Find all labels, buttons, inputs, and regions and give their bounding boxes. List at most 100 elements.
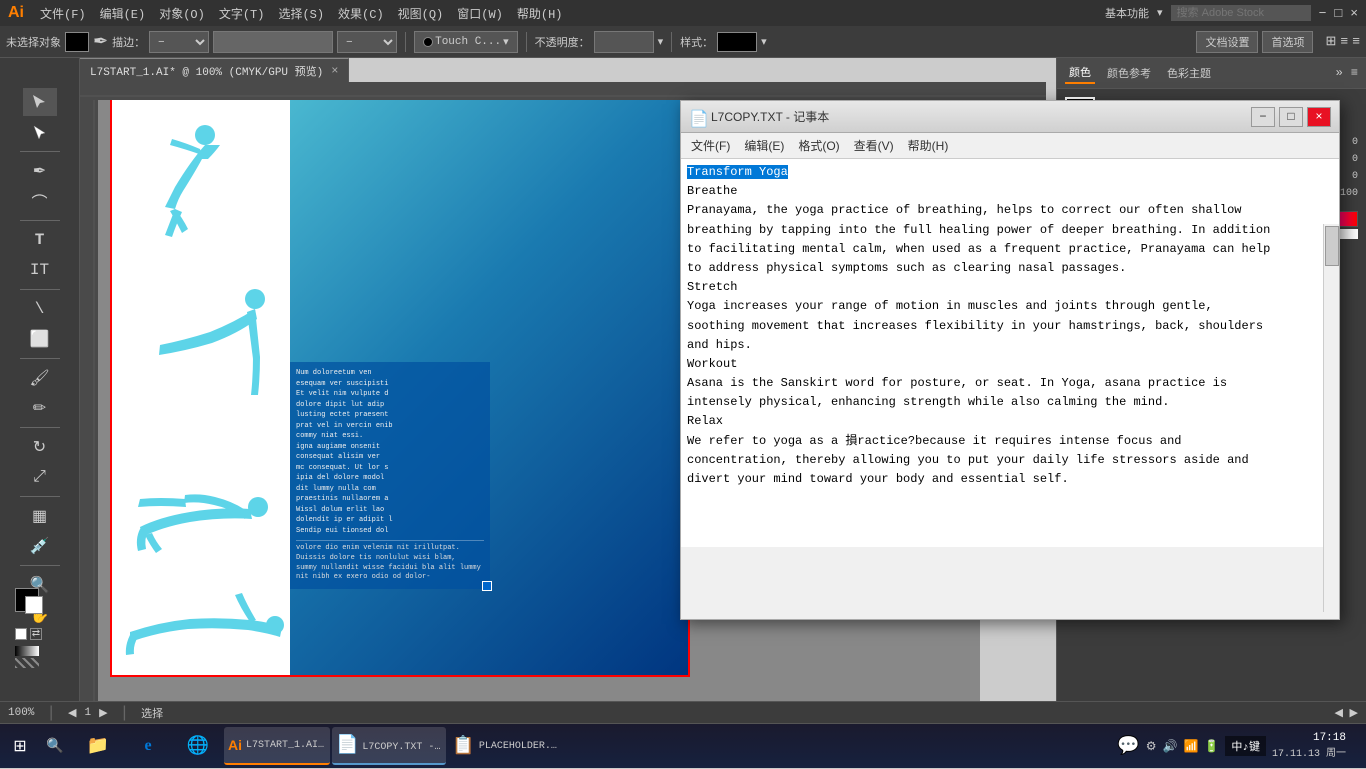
gradient-tool[interactable]: ▦ [23,502,57,530]
taskbar-illustrator[interactable]: Ai L7START_1.AI* @... [224,727,330,765]
swap-colors-btn[interactable]: ⇄ [30,628,42,640]
taskbar-search-btn[interactable]: 🔍 [40,724,70,769]
notepad-minimize-btn[interactable]: − [1251,107,1275,127]
taskbar-browser-2[interactable]: 🌐 [174,727,222,765]
doc-settings-btn[interactable]: 文档设置 [1196,31,1258,53]
preferences-btn[interactable]: 首选项 [1262,31,1313,53]
doc-tab-close[interactable]: × [331,64,338,78]
rect-tool[interactable]: ⬜ [23,325,57,353]
menu-select[interactable]: 选择(S) [278,5,324,22]
show-desktop-btn[interactable] [1352,724,1358,769]
notepad-text-area[interactable]: Transform Yoga Breathe Pranayama, the yo… [681,159,1339,547]
eyedropper-tool[interactable]: 💉 [23,532,57,560]
tray-icon-vol[interactable]: 🔊 [1163,739,1178,754]
stroke-style-select[interactable]: − [337,31,397,53]
taskbar-apps: 📁 e 🌐 Ai L7START_1.AI* @... 📄 L7COPY.TXT… [70,727,1109,765]
basic-functions-dropdown[interactable]: ▾ [1157,6,1163,20]
taskbar-search-icon: 🔍 [46,738,63,755]
minimize-app-btn[interactable]: − [1319,6,1327,21]
default-colors-btn[interactable] [15,628,27,640]
panel-expand-btn[interactable]: » [1336,66,1343,80]
rotate-tool[interactable]: ↻ [23,433,57,461]
menu-object[interactable]: 对象(O) [159,5,205,22]
vertical-type-tool[interactable]: IT [23,256,57,284]
np-help-menu[interactable]: 帮助(H) [902,135,955,156]
selection-tool[interactable] [23,88,57,116]
taskbar-file-explorer[interactable]: 📁 [74,727,122,765]
tool-separator-4 [20,358,60,359]
pencil-tool[interactable]: ✏ [23,394,57,422]
tray-icon-battery[interactable]: 🔋 [1204,739,1219,754]
artboard-nav[interactable]: ◀ ▶ [1334,706,1358,720]
tray-icon-network[interactable]: 📶 [1183,739,1198,754]
pen-tool[interactable]: ✒ [23,157,57,185]
tray-icon-chat[interactable]: 💬 [1117,735,1139,757]
menu-effect[interactable]: 效果(C) [338,5,384,22]
np-edit-menu[interactable]: 编辑(E) [738,135,790,156]
opacity-dropdown[interactable]: ▾ [658,35,664,49]
scale-tool[interactable]: ⤢ [23,463,57,491]
tray-icon-settings[interactable]: ⚙ [1146,739,1157,754]
more-options-icon[interactable]: ≡ [1352,34,1360,49]
prev-page-btn[interactable]: ◀ [68,706,76,720]
stroke-color-swatch[interactable] [25,596,43,614]
notepad-scrollbar[interactable] [1323,224,1339,612]
taskbar-edge[interactable]: e [124,727,172,765]
menu-help[interactable]: 帮助(H) [517,5,563,22]
menu-file[interactable]: 文件(F) [40,5,86,22]
ai-logo: Ai [8,4,24,22]
touch-dropdown-icon[interactable]: ▾ [503,35,509,49]
ime-indicator[interactable]: 中♪键 [1225,736,1266,756]
np-view-menu[interactable]: 查看(V) [848,135,900,156]
color-theme-panel-tab[interactable]: 色彩主题 [1163,63,1215,83]
status-sep-2: | [120,704,130,722]
color-panel-tab[interactable]: 颜色 [1065,62,1095,84]
menu-edit[interactable]: 编辑(E) [100,5,146,22]
style-color-box[interactable] [717,32,757,52]
taskbar-notepad[interactable]: 📄 L7COPY.TXT - 记... [332,727,446,765]
none-indicator[interactable] [15,658,39,668]
taskbar-placeholder[interactable]: 📋 PLACEHOLDER.TX... [448,727,562,765]
np-format-menu[interactable]: 格式(O) [792,135,845,156]
start-btn[interactable]: ⊞ [0,724,40,769]
pen-tool-icon[interactable]: ✒ [93,31,108,53]
notepad-titlebar[interactable]: 📄 L7COPY.TXT - 记事本 − □ × [681,101,1339,133]
touch-calligraphy-btn[interactable]: Touch C... ▾ [414,31,518,53]
fill-color-box[interactable] [65,32,89,52]
curvature-tool[interactable]: ⌒ [23,187,57,215]
stroke-select[interactable]: − [149,31,209,53]
line-tool[interactable]: \ [23,295,57,323]
restore-app-btn[interactable]: □ [1334,6,1342,21]
illustrator-label: L7START_1.AI* @... [246,740,326,751]
opacity-input[interactable]: 100% [594,31,654,53]
selection-status: 选择 [141,705,163,721]
canvas-right-half: Num doloreetum ven esequam ver suscipist… [290,97,690,677]
gradient-indicator[interactable] [15,646,39,656]
np-file-menu[interactable]: 文件(F) [685,135,736,156]
stroke-value-input[interactable] [213,31,333,53]
arrange-icon[interactable]: ⊞ [1325,34,1336,49]
paintbrush-tool[interactable]: 🖌 [23,364,57,392]
panel-menu-btn[interactable]: ≡ [1351,66,1358,80]
doc-tab[interactable]: L7START_1.AI* @ 100% (CMYK/GPU 预览) × [80,58,349,82]
notepad-window-controls: − □ × [1251,107,1331,127]
menu-view[interactable]: 视图(Q) [398,5,444,22]
type-tool[interactable]: T [23,226,57,254]
tool-separator-6 [20,496,60,497]
direct-select-tool[interactable] [23,118,57,146]
text-frame-handle[interactable] [482,581,492,591]
menu-window[interactable]: 窗口(W) [457,5,503,22]
menu-text[interactable]: 文字(T) [219,5,265,22]
adobe-stock-search[interactable] [1171,5,1311,21]
style-dropdown[interactable]: ▾ [761,35,767,49]
arrange-list-icon[interactable]: ≡ [1340,34,1348,49]
color-guide-panel-tab[interactable]: 颜色参考 [1103,63,1155,83]
doc-tab-title: L7START_1.AI* @ 100% (CMYK/GPU 预览) [90,63,323,79]
notepad-close-btn[interactable]: × [1307,107,1331,127]
status-bar: 100% | ◀ 1 ▶ | 选择 ◀ ▶ [0,701,1366,723]
notepad-restore-btn[interactable]: □ [1279,107,1303,127]
system-clock[interactable]: 17:18 17.11.13 周一 [1272,732,1346,760]
close-app-btn[interactable]: × [1350,6,1358,21]
next-page-btn[interactable]: ▶ [99,706,107,720]
scrollbar-thumb[interactable] [1325,226,1339,266]
